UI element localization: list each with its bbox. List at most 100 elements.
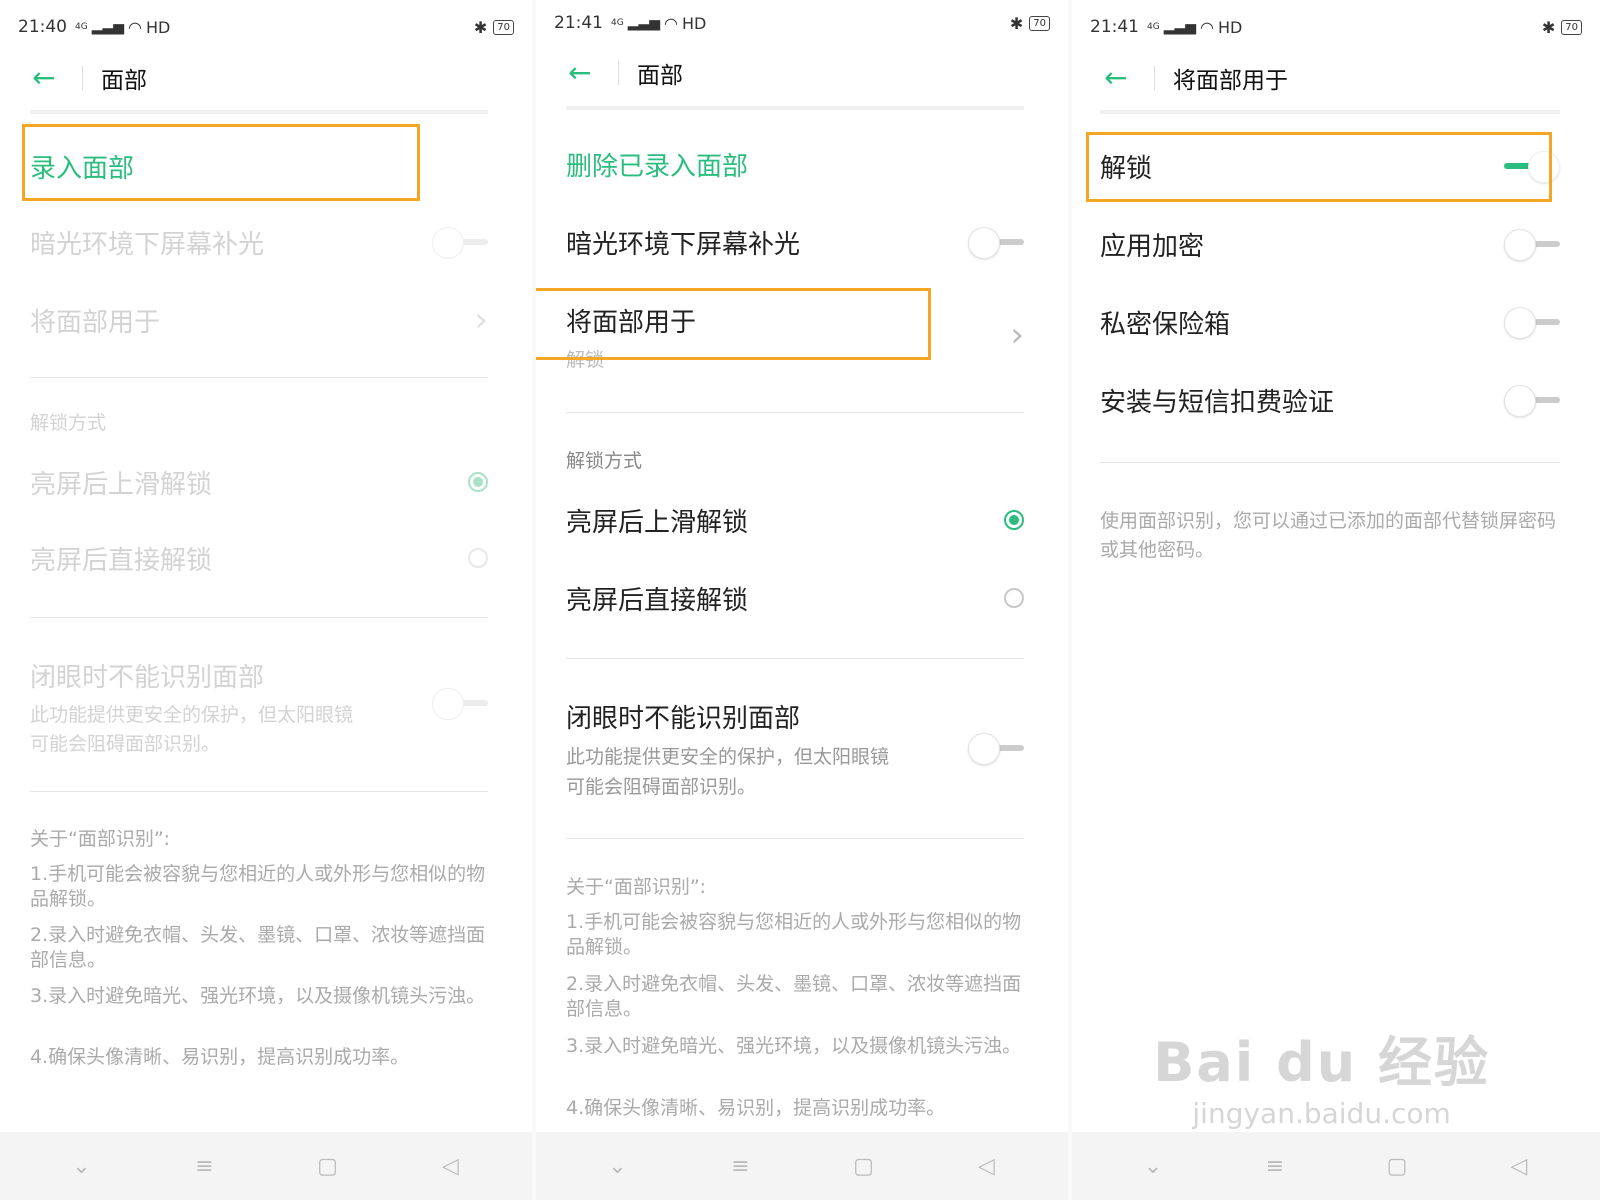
- signal-icon: ▂▃▅: [91, 19, 125, 35]
- private-safe-label: 私密保险箱: [1100, 309, 1231, 340]
- face-usage-description: 使用面部识别，您可以通过已添加的面部代替锁屏密码或其他密码。: [1100, 510, 1557, 561]
- about-title: 关于“面部识别”:: [566, 876, 707, 898]
- home-icon[interactable]: ▢: [308, 1154, 348, 1179]
- swipe-unlock-label: 亮屏后上滑解锁: [30, 469, 213, 500]
- status-bar: 21:41 4G ▂▃▅ ◠ HD ✱ 70: [554, 8, 1050, 38]
- home-icon[interactable]: ▢: [1377, 1154, 1417, 1179]
- direct-unlock-item[interactable]: 亮屏后直接解锁: [566, 578, 1024, 618]
- eyes-closed-desc: 可能会阻碍面部识别。: [566, 776, 757, 798]
- header-separator: [1100, 110, 1560, 114]
- direct-unlock-label: 亮屏后直接解锁: [566, 585, 749, 616]
- dim-light-toggle[interactable]: [968, 227, 1024, 259]
- highlight-box-enroll: [22, 124, 420, 201]
- menu-icon[interactable]: ≡: [1255, 1154, 1295, 1179]
- battery-icon: 70: [1561, 19, 1582, 35]
- swipe-unlock-radio[interactable]: [1004, 510, 1024, 530]
- status-time: 21:40: [18, 17, 67, 37]
- delete-face-label: 删除已录入面部: [566, 151, 749, 182]
- separator: [30, 377, 488, 378]
- use-face-label: 将面部用于: [30, 307, 161, 338]
- eyes-closed-item[interactable]: 闭眼时不能识别面部: [566, 696, 1024, 736]
- status-time: 21:41: [554, 13, 603, 33]
- header-separator: [566, 106, 1024, 110]
- back-triangle-icon[interactable]: ◁: [431, 1154, 471, 1179]
- wifi-icon: ◠: [128, 17, 142, 37]
- dim-light-item[interactable]: 暗光环境下屏幕补光: [566, 222, 1024, 262]
- wifi-icon: ◠: [664, 13, 678, 33]
- direct-unlock-radio[interactable]: [1004, 588, 1024, 608]
- header: ← 将面部用于: [1104, 55, 1568, 100]
- nav-bar: ⌄ ≡ ▢ ◁: [1072, 1132, 1600, 1200]
- back-triangle-icon[interactable]: ◁: [967, 1154, 1007, 1179]
- signal-icon: ▂▃▅: [1163, 19, 1197, 35]
- menu-icon[interactable]: ≡: [721, 1154, 761, 1179]
- page-title: 面部: [637, 62, 683, 89]
- about-item-3: 3.录入时避免暗光、强光环境，以及摄像机镜头污浊。: [30, 985, 486, 1007]
- watermark-brand: Bai du 经验: [1153, 1031, 1490, 1094]
- chevron-down-icon[interactable]: ⌄: [1133, 1154, 1173, 1179]
- about-item-2: 2.录入时避免衣帽、头发、墨镜、口罩、浓妆等遮挡面部信息。: [30, 924, 486, 971]
- separator: [30, 791, 488, 792]
- eyes-closed-toggle[interactable]: [968, 733, 1024, 765]
- back-triangle-icon[interactable]: ◁: [1499, 1154, 1539, 1179]
- app-encrypt-item[interactable]: 应用加密: [1100, 224, 1560, 264]
- network-label: HD: [1217, 17, 1243, 37]
- swipe-unlock-label: 亮屏后上滑解锁: [566, 507, 749, 538]
- back-arrow-icon[interactable]: ←: [568, 58, 596, 87]
- chevron-down-icon[interactable]: ⌄: [598, 1154, 638, 1179]
- eyes-closed-label: 闭眼时不能识别面部: [30, 662, 265, 693]
- eyes-closed-toggle[interactable]: [432, 688, 488, 720]
- unlock-section-title: 解锁方式: [30, 412, 107, 434]
- status-time: 21:41: [1090, 17, 1139, 37]
- highlight-box-unlock: [1086, 132, 1552, 202]
- watermark-url: jingyan.baidu.com: [1192, 1097, 1451, 1130]
- install-sms-label: 安装与短信扣费验证: [1100, 387, 1335, 418]
- dim-light-toggle[interactable]: [432, 227, 488, 259]
- delete-face-item[interactable]: 删除已录入面部: [566, 143, 1024, 185]
- eyes-closed-label: 闭眼时不能识别面部: [566, 703, 801, 734]
- use-face-item[interactable]: 将面部用于 ›: [30, 300, 488, 340]
- separator: [30, 617, 488, 618]
- eyes-closed-desc: 此功能提供更安全的保护，但太阳眼镜: [566, 746, 890, 768]
- separator: [566, 838, 1024, 839]
- menu-icon[interactable]: ≡: [185, 1154, 225, 1179]
- back-arrow-icon[interactable]: ←: [32, 63, 60, 92]
- nav-bar: ⌄ ≡ ▢ ◁: [0, 1132, 532, 1200]
- dim-light-item[interactable]: 暗光环境下屏幕补光: [30, 222, 488, 262]
- about-item-2: 2.录入时避免衣帽、头发、墨镜、口罩、浓妆等遮挡面部信息。: [566, 973, 1022, 1020]
- chevron-down-icon[interactable]: ⌄: [62, 1154, 102, 1179]
- install-sms-toggle[interactable]: [1504, 385, 1560, 417]
- page-title: 面部: [101, 67, 147, 94]
- private-safe-toggle[interactable]: [1504, 307, 1560, 339]
- about-item-1: 1.手机可能会被容貌与您相近的人或外形与您相似的物品解锁。: [566, 911, 1022, 958]
- swipe-unlock-radio[interactable]: [468, 472, 488, 492]
- separator: [566, 658, 1024, 659]
- header-separator: [30, 110, 488, 114]
- signal-label: 4G: [1147, 22, 1160, 32]
- dim-light-label: 暗光环境下屏幕补光: [30, 229, 265, 260]
- chevron-right-icon: ›: [474, 300, 488, 340]
- app-encrypt-label: 应用加密: [1100, 231, 1205, 262]
- status-bar: 21:40 4G ▂▃▅ ◠ HD ✱ 70: [18, 12, 514, 42]
- page-title: 将面部用于: [1173, 67, 1288, 94]
- app-encrypt-toggle[interactable]: [1504, 229, 1560, 261]
- header-divider: [1154, 65, 1155, 90]
- swipe-unlock-item[interactable]: 亮屏后上滑解锁: [566, 500, 1024, 540]
- direct-unlock-radio[interactable]: [468, 548, 488, 568]
- eyes-closed-item[interactable]: 闭眼时不能识别面部: [30, 655, 488, 695]
- network-label: HD: [145, 17, 171, 37]
- eyes-closed-desc: 可能会阻碍面部识别。: [30, 733, 221, 755]
- swipe-unlock-item[interactable]: 亮屏后上滑解锁: [30, 462, 488, 502]
- back-arrow-icon[interactable]: ←: [1104, 63, 1132, 92]
- separator: [1100, 462, 1560, 463]
- status-bar: 21:41 4G ▂▃▅ ◠ HD ✱ 70: [1090, 12, 1582, 42]
- direct-unlock-item[interactable]: 亮屏后直接解锁: [30, 538, 488, 578]
- home-icon[interactable]: ▢: [844, 1154, 884, 1179]
- header: ← 面部: [32, 55, 500, 100]
- battery-icon: 70: [493, 19, 514, 35]
- panel-use-face-for: 21:41 4G ▂▃▅ ◠ HD ✱ 70 ← 将面部用于 解锁 应用加密 私…: [1072, 0, 1600, 1200]
- network-label: HD: [681, 13, 707, 33]
- dim-light-label: 暗光环境下屏幕补光: [566, 229, 801, 260]
- private-safe-item[interactable]: 私密保险箱: [1100, 302, 1560, 342]
- install-sms-item[interactable]: 安装与短信扣费验证: [1100, 380, 1560, 420]
